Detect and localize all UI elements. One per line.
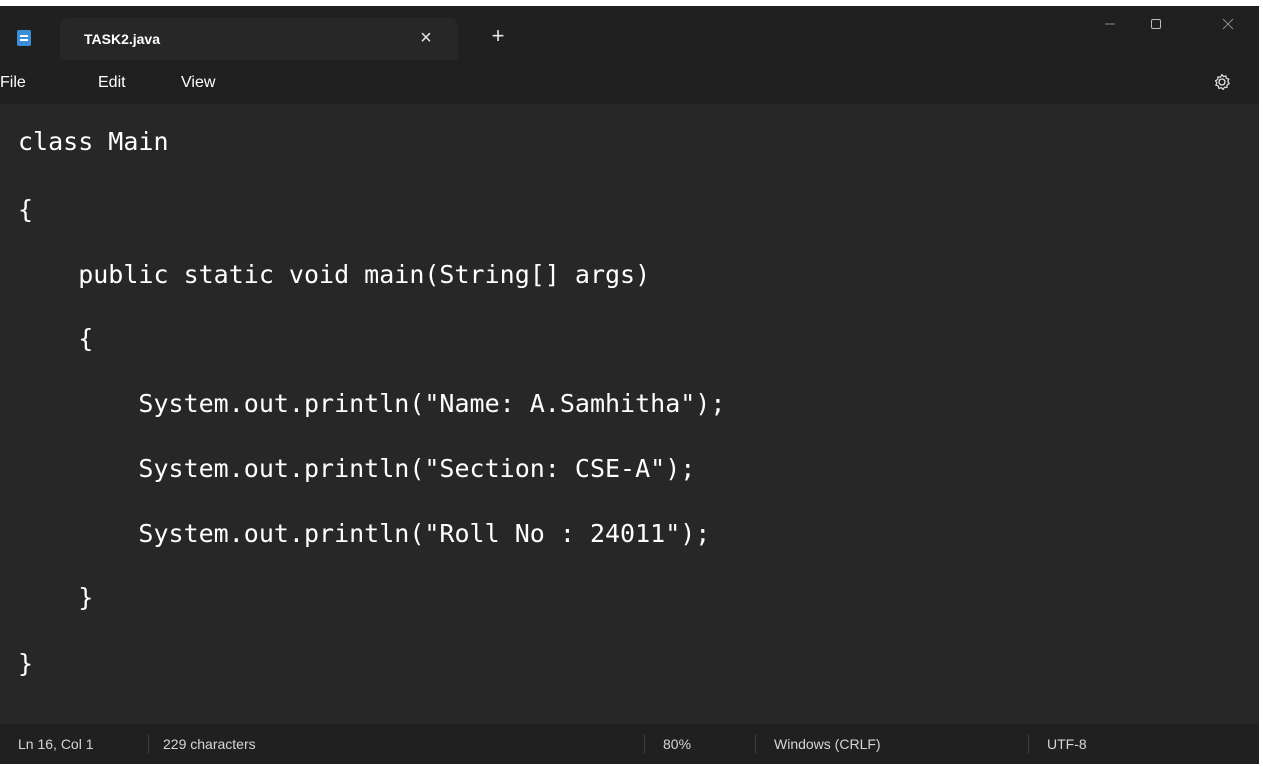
menu-view[interactable]: View (181, 74, 215, 92)
text-editor[interactable]: class Main { public static void main(Str… (0, 104, 1259, 724)
code-line: } (18, 649, 34, 678)
minimize-icon (1105, 23, 1115, 25)
tab-label: TASK2.java (84, 31, 160, 47)
status-divider (644, 734, 645, 754)
gear-icon (1214, 73, 1230, 90)
cursor-position: Ln 16, Col 1 (18, 736, 94, 752)
menu-edit[interactable]: Edit (98, 74, 126, 92)
new-tab-button[interactable]: + (487, 24, 509, 48)
line-endings: Windows (CRLF) (774, 736, 881, 752)
status-bar: Ln 16, Col 1 229 characters 80% Windows … (0, 724, 1259, 764)
code-line: class Main (18, 127, 169, 156)
minimize-button[interactable] (1087, 6, 1133, 42)
maximize-button[interactable] (1133, 6, 1179, 42)
notepad-icon (17, 30, 31, 46)
status-divider (1028, 734, 1029, 754)
close-tab-button[interactable]: × (416, 26, 436, 50)
code-line: { (18, 195, 34, 224)
code-line: public static void main(String[] args) (18, 260, 651, 289)
encoding: UTF-8 (1047, 736, 1087, 752)
status-divider (755, 734, 756, 754)
status-divider (148, 734, 149, 754)
zoom-level[interactable]: 80% (663, 736, 691, 752)
close-icon (1222, 18, 1234, 30)
settings-button[interactable] (1212, 72, 1232, 92)
code-line: System.out.println("Section: CSE-A"); (18, 454, 696, 483)
close-window-button[interactable] (1205, 6, 1251, 42)
code-line: System.out.println("Name: A.Samhitha"); (18, 389, 726, 418)
code-line: } (18, 583, 94, 612)
menu-bar: File Edit View (0, 60, 1259, 104)
notepad-window: TASK2.java × + File Edit View class Main… (0, 6, 1259, 764)
tab-task2-java[interactable]: TASK2.java × (60, 18, 458, 60)
code-line: System.out.println("Roll No : 24011"); (18, 519, 711, 548)
code-line: { (18, 324, 94, 353)
maximize-icon (1151, 19, 1161, 29)
title-bar: TASK2.java × + (0, 6, 1259, 60)
menu-file[interactable]: File (0, 74, 26, 92)
character-count: 229 characters (163, 736, 256, 752)
